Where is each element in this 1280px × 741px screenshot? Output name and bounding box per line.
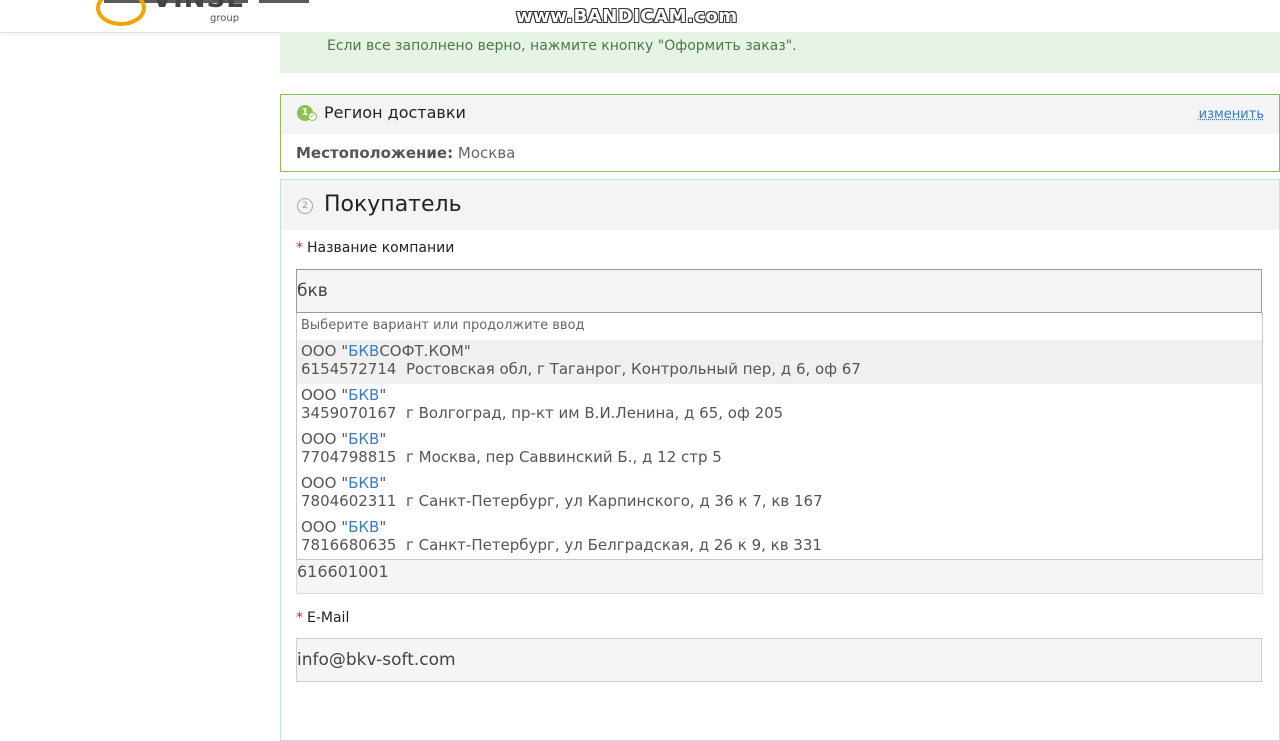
company-name-label: * Название компании xyxy=(296,240,454,256)
suggestion-item[interactable]: ООО "БКВ" 7816680635 г Санкт-Петербург, … xyxy=(297,516,1262,560)
header-tab[interactable] xyxy=(259,0,309,3)
company-label-text: Название компании xyxy=(307,240,455,256)
suggestion-details: 3459070167 г Волгоград, пр-кт им В.И.Лен… xyxy=(301,404,784,422)
company-suggestions-dropdown: Выберите вариант или продолжите ввод ООО… xyxy=(296,313,1263,560)
suggestion-details: 7704798815 г Москва, пер Саввинский Б., … xyxy=(301,448,722,466)
suggestion-company-name: ООО "БКВ" xyxy=(301,474,387,492)
site-header: VINSER group www.BANDICAM.com xyxy=(0,0,1280,33)
suggestion-item[interactable]: ООО "БКВ" 7804602311 г Санкт-Петербург, … xyxy=(297,472,1262,516)
suggestion-company-name: ООО "БКВ" xyxy=(301,518,387,536)
kpp-value: 616601001 xyxy=(297,562,389,581)
email-label-text: E-Mail xyxy=(307,610,350,626)
company-name-input[interactable]: бкв xyxy=(296,269,1262,313)
logo-ring-icon xyxy=(96,0,146,26)
suggestion-company-name: ООО "БКВ" xyxy=(301,430,387,448)
order-notice: Если все заполнено верно, нажмите кнопку… xyxy=(280,32,1280,73)
suggestion-company-name: ООО "БКВСОФТ.КОМ" xyxy=(301,342,471,360)
step-number-badge: 2 xyxy=(297,198,313,214)
suggestion-details: 6154572714 Ростовская обл, г Таганрог, К… xyxy=(301,360,861,378)
location-label: Местоположение: xyxy=(296,144,454,162)
delivery-region-section: 1 ✓ Регион доставки изменить Местоположе… xyxy=(280,94,1280,172)
check-icon: ✓ xyxy=(308,112,317,121)
suggestion-item[interactable]: ООО "БКВ" 3459070167 г Волгоград, пр-кт … xyxy=(297,384,1262,428)
suggestion-item[interactable]: ООО "БКВСОФТ.КОМ" 6154572714 Ростовская … xyxy=(297,340,1262,384)
region-location: Местоположение: Москва xyxy=(296,144,515,162)
site-logo[interactable]: VINSER group xyxy=(96,0,246,30)
suggestion-item[interactable]: ООО "БКВ" 7704798815 г Москва, пер Савви… xyxy=(297,428,1262,472)
email-label: * E-Mail xyxy=(296,610,349,626)
logo-text: VINSER xyxy=(152,0,246,14)
region-title: Регион доставки xyxy=(324,103,466,122)
kpp-input[interactable]: 616601001 xyxy=(296,560,1263,594)
suggestion-details: 7804602311 г Санкт-Петербург, ул Карпинс… xyxy=(301,492,823,510)
suggestion-company-name: ООО "БКВ" xyxy=(301,386,387,404)
suggestion-details: 7816680635 г Санкт-Петербург, ул Белград… xyxy=(301,536,822,554)
email-input[interactable]: info@bkv-soft.com xyxy=(296,638,1262,682)
bandicam-watermark: www.BANDICAM.com xyxy=(516,6,738,27)
required-mark: * xyxy=(296,240,303,256)
notice-text: Если все заполнено верно, нажмите кнопку… xyxy=(327,38,797,54)
buyer-header: 2 Покупатель xyxy=(281,180,1279,230)
region-header: 1 ✓ Регион доставки изменить xyxy=(281,95,1279,134)
location-value: Москва xyxy=(457,144,516,162)
suggestions-hint: Выберите вариант или продолжите ввод xyxy=(301,318,585,333)
logo-subtitle: group xyxy=(210,13,240,24)
change-region-link[interactable]: изменить xyxy=(1199,107,1264,122)
required-mark: * xyxy=(296,610,303,626)
buyer-title: Покупатель xyxy=(324,192,462,217)
